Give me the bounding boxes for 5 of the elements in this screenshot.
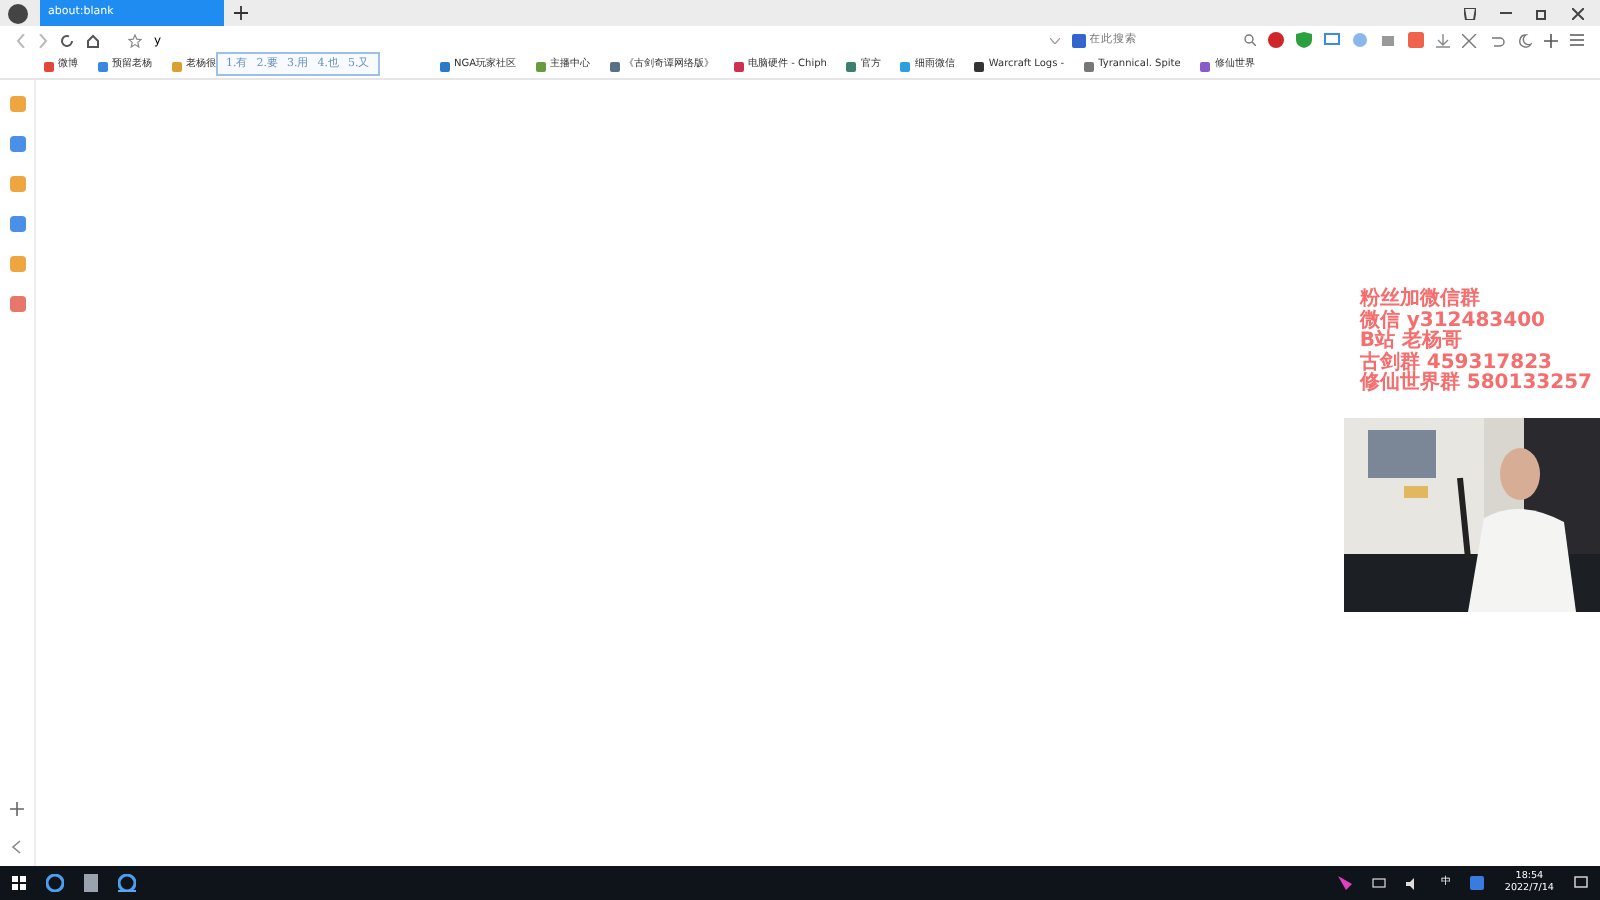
overlay-text: B站 老杨哥 <box>1359 332 1462 352</box>
overlay-text: 粉丝加微信群 <box>1359 290 1482 310</box>
overlay-text: 古剑群 459317823 <box>1359 353 1554 373</box>
overlay-text: 修仙世界群 580133257 <box>1359 374 1592 395</box>
overlay-text: 微信 y312483400 <box>1359 311 1548 331</box>
